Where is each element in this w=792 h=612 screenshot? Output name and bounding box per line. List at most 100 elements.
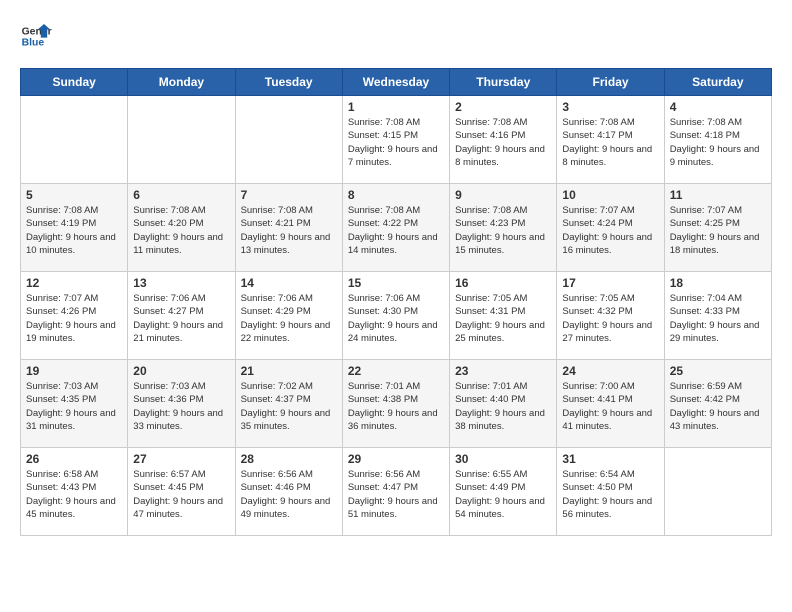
calendar-cell: 12 Sunrise: 7:07 AM Sunset: 4:26 PM Dayl… <box>21 272 128 360</box>
calendar-week-row: 5 Sunrise: 7:08 AM Sunset: 4:19 PM Dayli… <box>21 184 772 272</box>
day-info: Sunrise: 7:08 AM Sunset: 4:15 PM Dayligh… <box>348 116 444 169</box>
calendar-cell: 20 Sunrise: 7:03 AM Sunset: 4:36 PM Dayl… <box>128 360 235 448</box>
calendar-cell: 10 Sunrise: 7:07 AM Sunset: 4:24 PM Dayl… <box>557 184 664 272</box>
calendar-cell: 19 Sunrise: 7:03 AM Sunset: 4:35 PM Dayl… <box>21 360 128 448</box>
calendar-cell: 15 Sunrise: 7:06 AM Sunset: 4:30 PM Dayl… <box>342 272 449 360</box>
calendar-cell: 17 Sunrise: 7:05 AM Sunset: 4:32 PM Dayl… <box>557 272 664 360</box>
calendar-cell: 23 Sunrise: 7:01 AM Sunset: 4:40 PM Dayl… <box>450 360 557 448</box>
calendar-cell <box>664 448 771 536</box>
day-number: 22 <box>348 364 444 378</box>
calendar-cell <box>235 96 342 184</box>
weekday-header: Wednesday <box>342 69 449 96</box>
day-info: Sunrise: 7:06 AM Sunset: 4:29 PM Dayligh… <box>241 292 337 345</box>
calendar-cell: 4 Sunrise: 7:08 AM Sunset: 4:18 PM Dayli… <box>664 96 771 184</box>
day-info: Sunrise: 7:08 AM Sunset: 4:16 PM Dayligh… <box>455 116 551 169</box>
day-info: Sunrise: 7:08 AM Sunset: 4:17 PM Dayligh… <box>562 116 658 169</box>
day-info: Sunrise: 7:03 AM Sunset: 4:36 PM Dayligh… <box>133 380 229 433</box>
day-number: 18 <box>670 276 766 290</box>
calendar-cell: 9 Sunrise: 7:08 AM Sunset: 4:23 PM Dayli… <box>450 184 557 272</box>
calendar-cell: 13 Sunrise: 7:06 AM Sunset: 4:27 PM Dayl… <box>128 272 235 360</box>
calendar-cell <box>128 96 235 184</box>
day-info: Sunrise: 7:08 AM Sunset: 4:23 PM Dayligh… <box>455 204 551 257</box>
day-info: Sunrise: 7:01 AM Sunset: 4:38 PM Dayligh… <box>348 380 444 433</box>
calendar-cell: 25 Sunrise: 6:59 AM Sunset: 4:42 PM Dayl… <box>664 360 771 448</box>
calendar-cell: 24 Sunrise: 7:00 AM Sunset: 4:41 PM Dayl… <box>557 360 664 448</box>
day-number: 3 <box>562 100 658 114</box>
day-number: 8 <box>348 188 444 202</box>
day-info: Sunrise: 6:56 AM Sunset: 4:47 PM Dayligh… <box>348 468 444 521</box>
day-number: 4 <box>670 100 766 114</box>
calendar-week-row: 1 Sunrise: 7:08 AM Sunset: 4:15 PM Dayli… <box>21 96 772 184</box>
day-number: 14 <box>241 276 337 290</box>
day-info: Sunrise: 7:08 AM Sunset: 4:21 PM Dayligh… <box>241 204 337 257</box>
calendar-table: SundayMondayTuesdayWednesdayThursdayFrid… <box>20 68 772 536</box>
day-info: Sunrise: 7:06 AM Sunset: 4:30 PM Dayligh… <box>348 292 444 345</box>
day-number: 24 <box>562 364 658 378</box>
day-info: Sunrise: 7:08 AM Sunset: 4:18 PM Dayligh… <box>670 116 766 169</box>
day-number: 29 <box>348 452 444 466</box>
day-number: 9 <box>455 188 551 202</box>
calendar-cell: 26 Sunrise: 6:58 AM Sunset: 4:43 PM Dayl… <box>21 448 128 536</box>
day-number: 7 <box>241 188 337 202</box>
day-number: 10 <box>562 188 658 202</box>
weekday-header: Friday <box>557 69 664 96</box>
logo-icon: General Blue <box>20 20 52 52</box>
calendar-cell: 8 Sunrise: 7:08 AM Sunset: 4:22 PM Dayli… <box>342 184 449 272</box>
calendar-week-row: 26 Sunrise: 6:58 AM Sunset: 4:43 PM Dayl… <box>21 448 772 536</box>
weekday-header: Thursday <box>450 69 557 96</box>
day-info: Sunrise: 7:04 AM Sunset: 4:33 PM Dayligh… <box>670 292 766 345</box>
day-info: Sunrise: 7:08 AM Sunset: 4:22 PM Dayligh… <box>348 204 444 257</box>
day-number: 1 <box>348 100 444 114</box>
weekday-header: Tuesday <box>235 69 342 96</box>
day-info: Sunrise: 6:58 AM Sunset: 4:43 PM Dayligh… <box>26 468 122 521</box>
calendar-cell <box>21 96 128 184</box>
calendar-cell: 6 Sunrise: 7:08 AM Sunset: 4:20 PM Dayli… <box>128 184 235 272</box>
day-number: 2 <box>455 100 551 114</box>
day-info: Sunrise: 6:56 AM Sunset: 4:46 PM Dayligh… <box>241 468 337 521</box>
calendar-cell: 3 Sunrise: 7:08 AM Sunset: 4:17 PM Dayli… <box>557 96 664 184</box>
day-number: 15 <box>348 276 444 290</box>
calendar-cell: 2 Sunrise: 7:08 AM Sunset: 4:16 PM Dayli… <box>450 96 557 184</box>
calendar-cell: 30 Sunrise: 6:55 AM Sunset: 4:49 PM Dayl… <box>450 448 557 536</box>
day-info: Sunrise: 7:07 AM Sunset: 4:25 PM Dayligh… <box>670 204 766 257</box>
day-number: 21 <box>241 364 337 378</box>
day-info: Sunrise: 7:07 AM Sunset: 4:26 PM Dayligh… <box>26 292 122 345</box>
calendar-cell: 21 Sunrise: 7:02 AM Sunset: 4:37 PM Dayl… <box>235 360 342 448</box>
day-number: 23 <box>455 364 551 378</box>
day-info: Sunrise: 6:54 AM Sunset: 4:50 PM Dayligh… <box>562 468 658 521</box>
day-info: Sunrise: 6:57 AM Sunset: 4:45 PM Dayligh… <box>133 468 229 521</box>
calendar-cell: 27 Sunrise: 6:57 AM Sunset: 4:45 PM Dayl… <box>128 448 235 536</box>
day-number: 25 <box>670 364 766 378</box>
day-number: 26 <box>26 452 122 466</box>
day-number: 12 <box>26 276 122 290</box>
calendar-cell: 18 Sunrise: 7:04 AM Sunset: 4:33 PM Dayl… <box>664 272 771 360</box>
day-info: Sunrise: 7:03 AM Sunset: 4:35 PM Dayligh… <box>26 380 122 433</box>
day-number: 20 <box>133 364 229 378</box>
calendar-cell: 14 Sunrise: 7:06 AM Sunset: 4:29 PM Dayl… <box>235 272 342 360</box>
weekday-header: Sunday <box>21 69 128 96</box>
calendar-cell: 28 Sunrise: 6:56 AM Sunset: 4:46 PM Dayl… <box>235 448 342 536</box>
day-info: Sunrise: 7:08 AM Sunset: 4:19 PM Dayligh… <box>26 204 122 257</box>
day-info: Sunrise: 7:08 AM Sunset: 4:20 PM Dayligh… <box>133 204 229 257</box>
day-info: Sunrise: 7:00 AM Sunset: 4:41 PM Dayligh… <box>562 380 658 433</box>
day-number: 13 <box>133 276 229 290</box>
calendar-cell: 5 Sunrise: 7:08 AM Sunset: 4:19 PM Dayli… <box>21 184 128 272</box>
calendar-cell: 22 Sunrise: 7:01 AM Sunset: 4:38 PM Dayl… <box>342 360 449 448</box>
day-info: Sunrise: 7:05 AM Sunset: 4:32 PM Dayligh… <box>562 292 658 345</box>
calendar-cell: 16 Sunrise: 7:05 AM Sunset: 4:31 PM Dayl… <box>450 272 557 360</box>
day-number: 5 <box>26 188 122 202</box>
day-number: 27 <box>133 452 229 466</box>
day-info: Sunrise: 7:05 AM Sunset: 4:31 PM Dayligh… <box>455 292 551 345</box>
day-number: 28 <box>241 452 337 466</box>
day-number: 11 <box>670 188 766 202</box>
day-info: Sunrise: 7:02 AM Sunset: 4:37 PM Dayligh… <box>241 380 337 433</box>
day-info: Sunrise: 6:55 AM Sunset: 4:49 PM Dayligh… <box>455 468 551 521</box>
day-number: 16 <box>455 276 551 290</box>
calendar-cell: 11 Sunrise: 7:07 AM Sunset: 4:25 PM Dayl… <box>664 184 771 272</box>
day-number: 6 <box>133 188 229 202</box>
logo: General Blue <box>20 20 52 52</box>
calendar-cell: 1 Sunrise: 7:08 AM Sunset: 4:15 PM Dayli… <box>342 96 449 184</box>
day-info: Sunrise: 6:59 AM Sunset: 4:42 PM Dayligh… <box>670 380 766 433</box>
weekday-header: Monday <box>128 69 235 96</box>
day-info: Sunrise: 7:01 AM Sunset: 4:40 PM Dayligh… <box>455 380 551 433</box>
